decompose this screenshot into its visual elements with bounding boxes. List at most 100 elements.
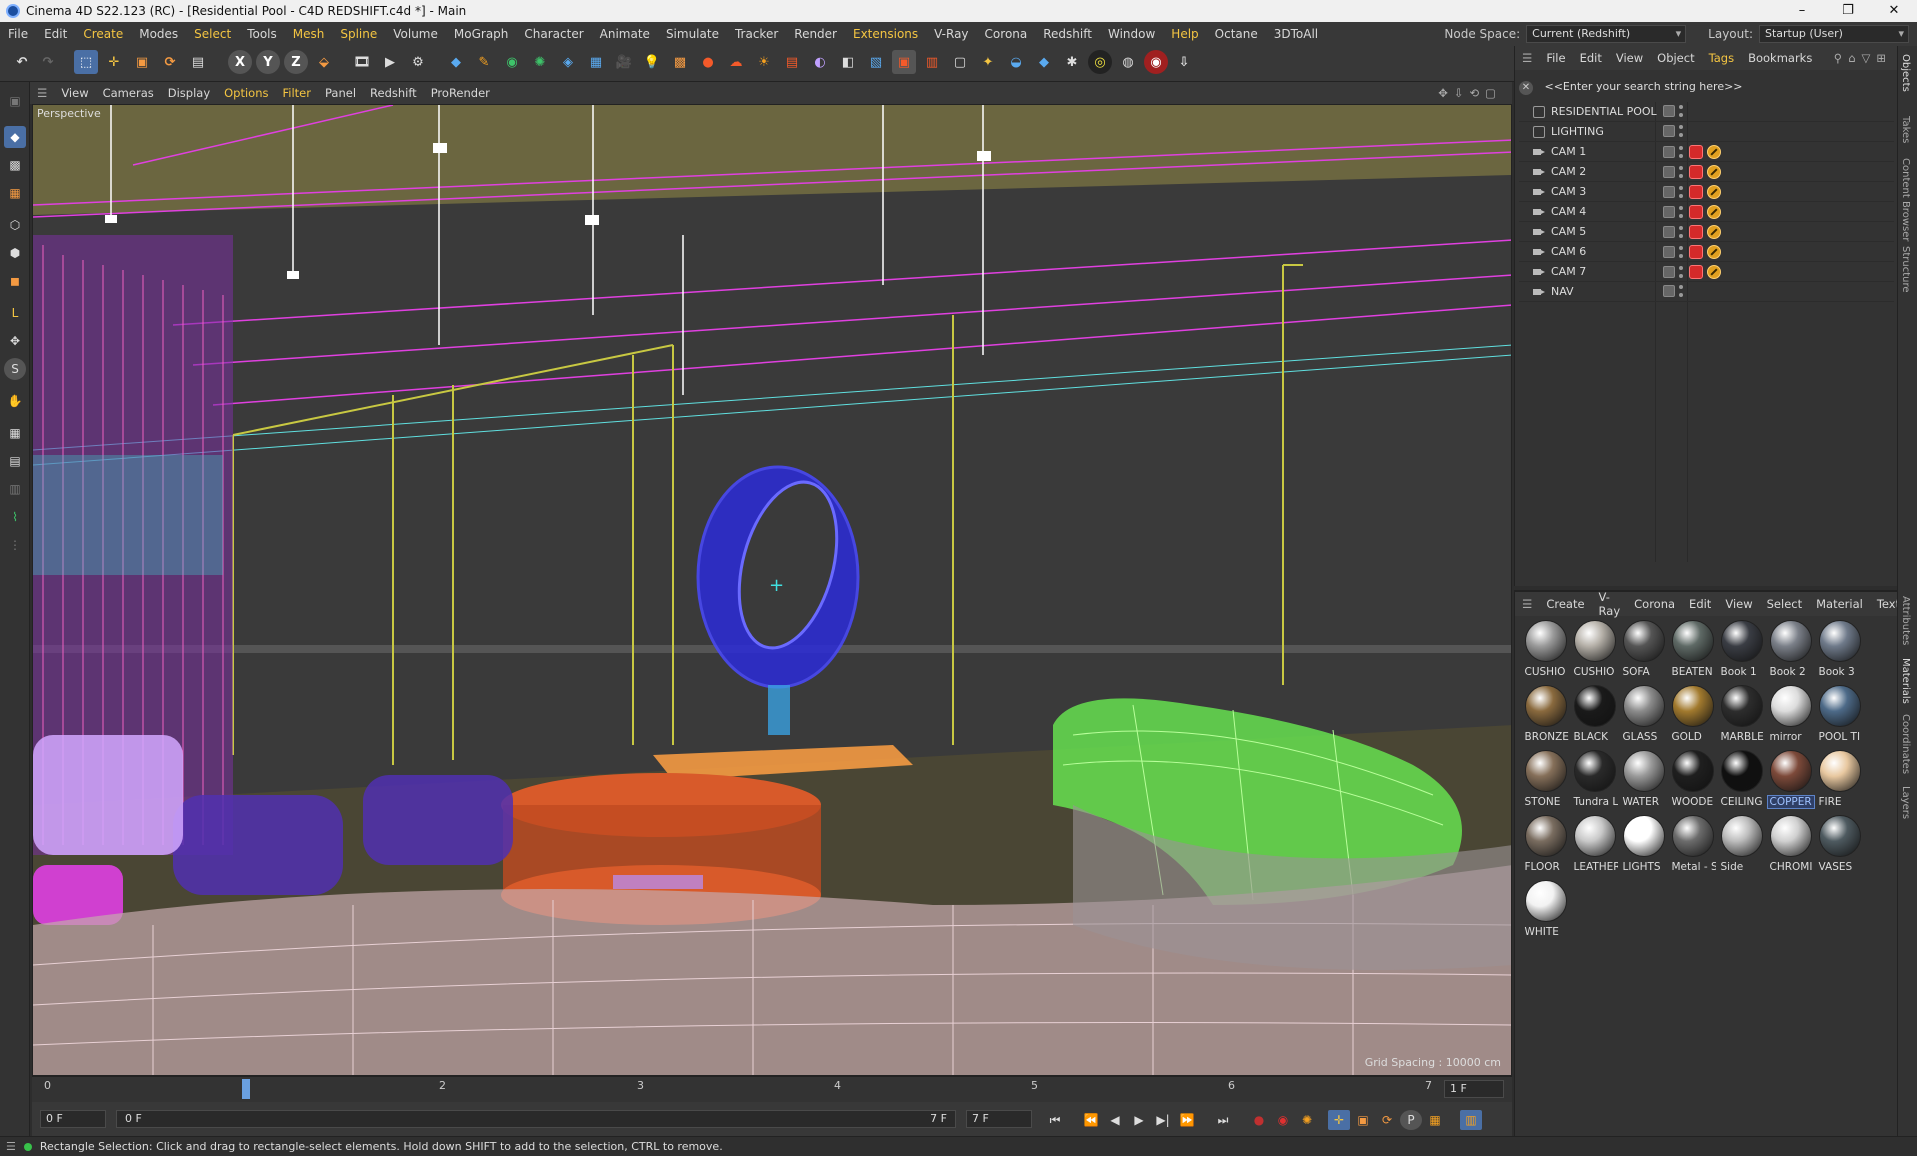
end-frame-field[interactable]: 7 F <box>966 1110 1032 1128</box>
material-swatch[interactable]: WOODE <box>1668 750 1717 815</box>
redshift-camera-tag-icon[interactable] <box>1689 145 1703 159</box>
material-menu-edit[interactable]: Edit <box>1682 597 1718 611</box>
octane-icon[interactable]: ◒ <box>1004 50 1028 74</box>
menu-file[interactable]: File <box>0 27 36 41</box>
redshift-proxy-icon[interactable]: ▤ <box>780 50 804 74</box>
material-swatch[interactable]: BRONZE <box>1521 685 1570 750</box>
material-preview-sphere[interactable] <box>1720 815 1763 857</box>
material-swatch[interactable]: Tundra L <box>1570 750 1619 815</box>
key-rotation-icon[interactable]: ⟳ <box>1376 1110 1398 1130</box>
polygons-mode-icon[interactable]: ◼ <box>4 270 26 292</box>
menu-mograph[interactable]: MoGraph <box>446 27 517 41</box>
move-icon[interactable]: ✛ <box>102 50 126 74</box>
protection-tag-icon[interactable] <box>1707 165 1721 179</box>
material-swatch[interactable]: CUSHIO <box>1570 620 1619 685</box>
cloner-icon[interactable]: ✺ <box>528 50 552 74</box>
menu-render[interactable]: Render <box>786 27 845 41</box>
side-tab-objects[interactable]: Objects <box>1900 54 1911 92</box>
material-swatch[interactable]: Book 2 <box>1766 620 1815 685</box>
material-preview-sphere[interactable] <box>1818 685 1861 727</box>
object-search-input[interactable]: <<Enter your search string here>> <box>1545 80 1743 93</box>
edges-mode-icon[interactable]: ⬢ <box>4 242 26 264</box>
material-preview-sphere[interactable] <box>1769 815 1812 857</box>
object-row-lighting[interactable]: LIGHTING <box>1519 122 1894 142</box>
editor-visibility-icon[interactable] <box>1663 206 1675 218</box>
protection-tag-icon[interactable] <box>1707 145 1721 159</box>
redo-icon[interactable]: ↷ <box>36 50 60 74</box>
material-swatch[interactable]: Book 3 <box>1815 620 1864 685</box>
viewport-perspective[interactable]: + Perspective Grid Spacing: 10000 cm <box>32 104 1512 1076</box>
start-frame-field[interactable]: 0 F <box>40 1110 106 1128</box>
menu-character[interactable]: Character <box>516 27 591 41</box>
live-selection-icon[interactable]: ⬚ <box>74 50 98 74</box>
ipr-icon[interactable]: ▧ <box>864 50 888 74</box>
material-swatch[interactable]: GOLD <box>1668 685 1717 750</box>
corona-icon[interactable]: ◎ <box>1088 50 1112 74</box>
render-visibility-dots[interactable] <box>1679 105 1685 117</box>
render-visibility-dots[interactable] <box>1679 206 1685 218</box>
camera-icon[interactable]: 🎥 <box>612 50 636 74</box>
material-menu-corona[interactable]: Corona <box>1627 597 1682 611</box>
rotate-icon[interactable]: ⟳ <box>158 50 182 74</box>
material-preview-sphere[interactable] <box>1573 815 1616 857</box>
redshift-aov-icon[interactable]: ▥ <box>920 50 944 74</box>
menu-vray[interactable]: V-Ray <box>926 27 976 41</box>
uv-icon[interactable]: ⌇ <box>4 506 26 528</box>
lock-workplane-icon[interactable]: ▤ <box>4 450 26 472</box>
cube-icon[interactable]: ◆ <box>444 50 468 74</box>
editor-visibility-icon[interactable] <box>1663 125 1675 137</box>
object-menu-file[interactable]: File <box>1539 51 1572 65</box>
material-preview-sphere[interactable] <box>1671 750 1714 792</box>
redshift-material-icon[interactable]: ◐ <box>808 50 832 74</box>
material-preview-sphere[interactable] <box>1720 750 1763 792</box>
editor-visibility-icon[interactable] <box>1663 166 1675 178</box>
go-to-end-icon[interactable]: ⏭ <box>1212 1110 1234 1130</box>
render-visibility-dots[interactable] <box>1679 266 1685 278</box>
object-menu-bookmarks[interactable]: Bookmarks <box>1741 51 1819 65</box>
z-axis-icon[interactable]: Z <box>284 50 308 74</box>
deformer-icon[interactable]: ◈ <box>556 50 580 74</box>
material-preview-sphere[interactable] <box>1720 685 1763 727</box>
object-row-cam-6[interactable]: CAM 6 <box>1519 242 1894 262</box>
undo-icon[interactable]: ↶ <box>10 50 34 74</box>
side-tab-layers[interactable]: Layers <box>1900 786 1911 819</box>
menu-simulate[interactable]: Simulate <box>658 27 727 41</box>
redshift-camera-tag-icon[interactable] <box>1689 265 1703 279</box>
material-swatch[interactable]: VASES <box>1815 815 1864 880</box>
material-swatch[interactable]: mirror <box>1766 685 1815 750</box>
material-preview-sphere[interactable] <box>1769 750 1812 792</box>
material-preview-sphere[interactable] <box>1622 685 1665 727</box>
protection-tag-icon[interactable] <box>1707 245 1721 259</box>
material-swatch[interactable]: WHITE <box>1521 880 1570 945</box>
material-preview-sphere[interactable] <box>1622 620 1665 662</box>
redshift-dome-icon[interactable]: ☁ <box>724 50 748 74</box>
material-swatch[interactable]: LEATHER <box>1570 815 1619 880</box>
object-row-cam-4[interactable]: CAM 4 <box>1519 202 1894 222</box>
viewport-menu-cameras[interactable]: Cameras <box>96 86 161 100</box>
protection-tag-icon[interactable] <box>1707 225 1721 239</box>
render-visibility-dots[interactable] <box>1679 246 1685 258</box>
redshift-camera-tag-icon[interactable] <box>1689 205 1703 219</box>
keyframe-selection-icon[interactable]: ✺ <box>1296 1110 1318 1130</box>
object-row-cam-5[interactable]: CAM 5 <box>1519 222 1894 242</box>
material-menu-icon[interactable]: ☰ <box>1515 597 1539 611</box>
menu-tracker[interactable]: Tracker <box>727 27 786 41</box>
object-menu-edit[interactable]: Edit <box>1573 51 1609 65</box>
material-preview-sphere[interactable] <box>1524 815 1567 857</box>
go-to-start-icon[interactable]: ⏮ <box>1044 1110 1066 1130</box>
editor-visibility-icon[interactable] <box>1663 186 1675 198</box>
protection-tag-icon[interactable] <box>1707 185 1721 199</box>
render-picture-viewer-icon[interactable]: ▶ <box>378 50 402 74</box>
material-preview-sphere[interactable] <box>1671 815 1714 857</box>
render-visibility-dots[interactable] <box>1679 125 1685 137</box>
material-menu-select[interactable]: Select <box>1760 597 1809 611</box>
material-preview-sphere[interactable] <box>1818 750 1861 792</box>
object-row-cam-7[interactable]: CAM 7 <box>1519 262 1894 282</box>
object-menu-view[interactable]: View <box>1609 51 1650 65</box>
corona-vfb-icon[interactable]: ◍ <box>1116 50 1140 74</box>
material-preview-sphere[interactable] <box>1818 815 1861 857</box>
download-icon[interactable]: ⇩ <box>1172 50 1196 74</box>
menu-octane[interactable]: Octane <box>1207 27 1266 41</box>
node-space-dropdown[interactable]: Current (Redshift) <box>1526 25 1687 43</box>
points-mode-icon[interactable]: ⬡ <box>4 214 26 236</box>
